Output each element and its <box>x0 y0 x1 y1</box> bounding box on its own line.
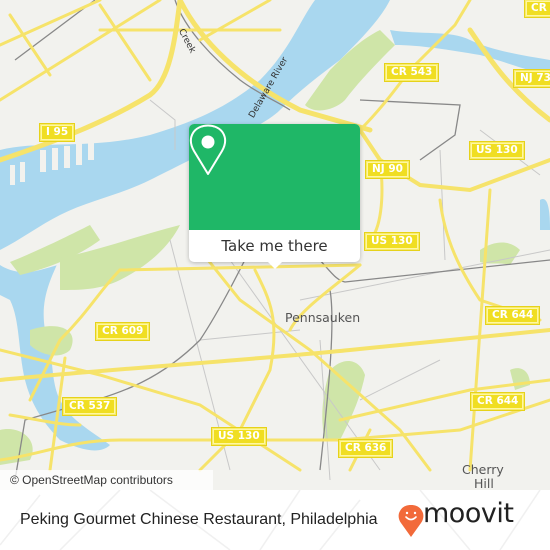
place-title: Peking Gourmet Chinese Restaurant, Phila… <box>20 511 378 528</box>
take-me-there-button[interactable]: Take me there <box>189 230 360 262</box>
route-shield-i95: I 95 <box>38 123 76 142</box>
route-shield-cr644-se: CR 644 <box>469 392 526 411</box>
route-shield-cr644-e: CR 644 <box>484 306 541 325</box>
place-label-hill: Hill <box>474 476 494 490</box>
location-pin-icon <box>189 124 227 175</box>
route-shield-cr636: CR 636 <box>337 439 394 458</box>
park-e2 <box>510 368 530 390</box>
lake-east <box>540 199 550 230</box>
place-label-cherry: Cherry <box>462 462 504 477</box>
route-shield-nj90: NJ 90 <box>365 160 410 179</box>
route-shield-nj73: NJ 73 <box>513 69 550 88</box>
route-shield-cr-edge: CR 5 <box>524 0 550 18</box>
moovit-smile-pin-icon <box>398 505 424 537</box>
route-shield-cr543: CR 543 <box>383 63 440 82</box>
map[interactable]: Delaware River Creek I 95 CR 543 NJ 73 C… <box>0 0 550 490</box>
popup-pointer <box>267 261 283 269</box>
route-shield-us130-ne: US 130 <box>469 141 525 160</box>
location-popup: Take me there <box>189 124 360 269</box>
popup-header <box>189 124 360 230</box>
route-shield-us130-s: US 130 <box>211 427 267 446</box>
route-shield-us130-n: US 130 <box>364 232 420 251</box>
footer-bar: Peking Gourmet Chinese Restaurant, Phila… <box>0 490 550 550</box>
route-shield-cr609: CR 609 <box>94 322 151 341</box>
park-south <box>322 360 365 440</box>
place-label-pennsauken: Pennsauken <box>285 310 361 325</box>
moovit-logo-text[interactable]: moovit <box>423 498 514 529</box>
route-shield-cr537: CR 537 <box>61 397 118 416</box>
osm-attribution[interactable]: © OpenStreetMap contributors <box>0 470 213 490</box>
